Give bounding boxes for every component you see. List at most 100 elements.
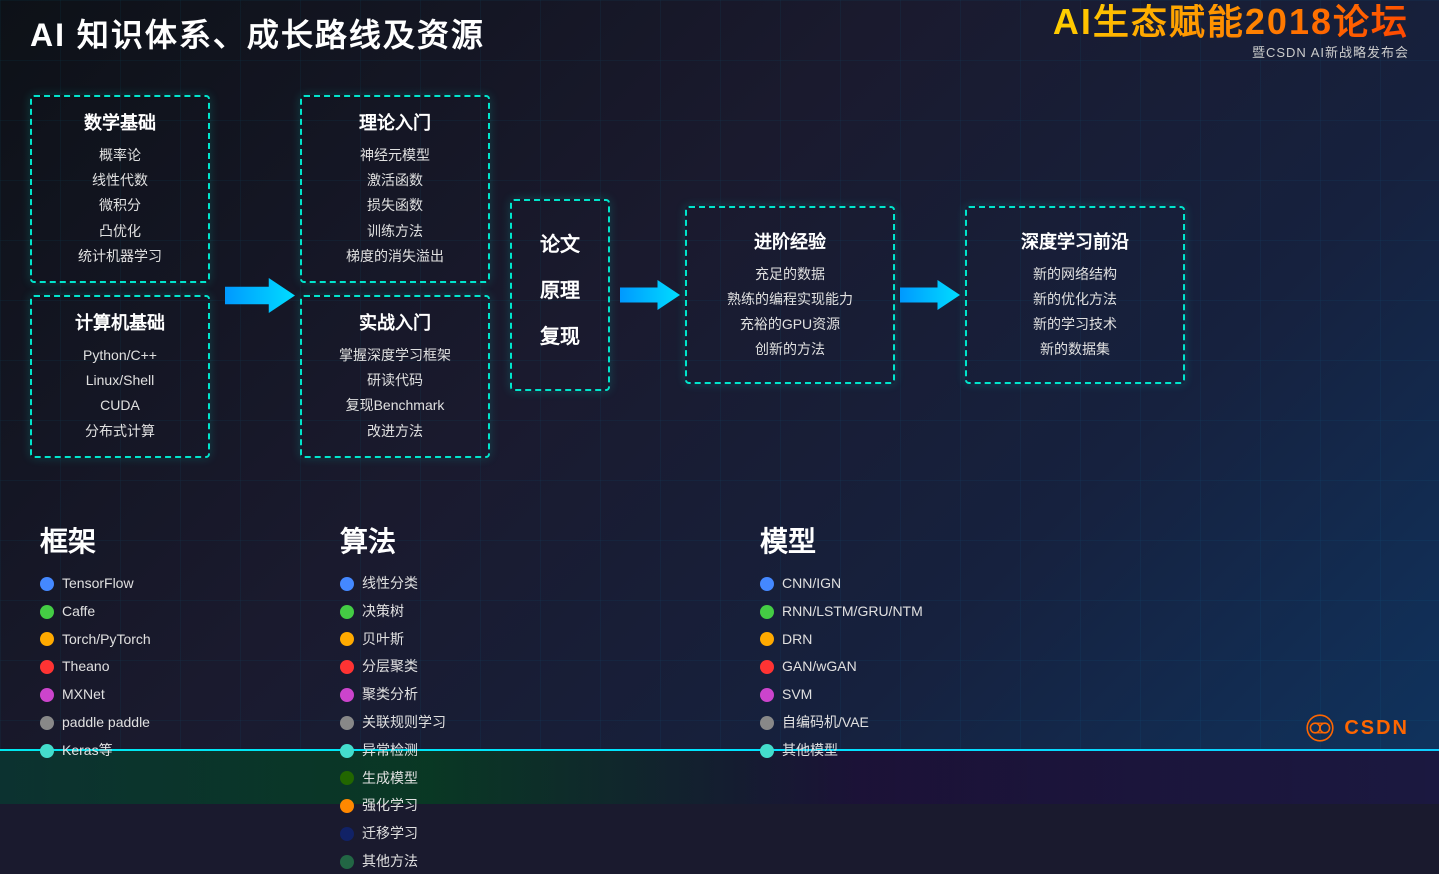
alg-name-7: 异常检测 [362,739,418,763]
alg-item-10: 迁移学习 [340,822,730,846]
alg-dot-11 [340,855,354,869]
alg-dot-6 [340,716,354,730]
col-theory-practice: 理论入门 神经元模型 激活函数 损失函数 训练方法 梯度的消失溢出 实战入门 掌… [300,75,500,458]
alg-item-3: 贝叶斯 [340,628,730,652]
computer-item-3: CUDA [48,393,192,418]
fw-dot-6 [40,716,54,730]
alg-dot-8 [340,771,354,785]
alg-dot-9 [340,799,354,813]
alg-dot-7 [340,744,354,758]
computer-item-1: Python/C++ [48,343,192,368]
paper-line-3: 复现 [540,318,580,356]
alg-dot-5 [340,688,354,702]
theory-item-1: 神经元模型 [318,143,472,168]
math-item-3: 微积分 [48,193,192,218]
math-item-4: 凸优化 [48,219,192,244]
col-paper: 论文 原理 复现 [500,75,620,515]
computer-item-4: 分布式计算 [48,419,192,444]
fw-name-3: Torch/PyTorch [62,628,151,652]
col-math-computer: 数学基础 概率论 线性代数 微积分 凸优化 统计机器学习 计算机基础 Pytho… [30,75,220,458]
computer-box: 计算机基础 Python/C++ Linux/Shell CUDA 分布式计算 [30,295,210,458]
model-item-5: SVM [760,683,1409,707]
practice-box: 实战入门 掌握深度学习框架 研读代码 复现Benchmark 改进方法 [300,295,490,458]
alg-item-11: 其他方法 [340,850,730,874]
alg-name-5: 聚类分析 [362,683,418,707]
model-dot-7 [760,744,774,758]
advanced-item-3: 充裕的GPU资源 [703,312,877,337]
model-name-4: GAN/wGAN [782,655,857,679]
paper-line-2: 原理 [540,272,580,310]
fw-name-7: Keras等 [62,739,113,763]
framework-col: 框架 TensorFlow Caffe Torch/PyTorch Theano… [30,515,310,874]
fw-item-5: MXNet [40,683,310,707]
theory-item-3: 损失函数 [318,193,472,218]
model-item-4: GAN/wGAN [760,655,1409,679]
fw-name-5: MXNet [62,683,105,707]
alg-name-2: 决策树 [362,600,404,624]
advanced-box: 进阶经验 充足的数据 熟练的编程实现能力 充裕的GPU资源 创新的方法 [685,206,895,385]
practice-item-4: 改进方法 [318,419,472,444]
algorithm-col: 算法 线性分类 决策树 贝叶斯 分层聚类 聚类分析 [310,515,730,874]
advanced-item-2: 熟练的编程实现能力 [703,287,877,312]
flowchart-section: 数学基础 概率论 线性代数 微积分 凸优化 统计机器学习 计算机基础 Pytho… [30,75,1409,515]
computer-item-2: Linux/Shell [48,368,192,393]
fw-item-3: Torch/PyTorch [40,628,310,652]
framework-label: 框架 [40,520,310,560]
col-advanced: 进阶经验 充足的数据 熟练的编程实现能力 充裕的GPU资源 创新的方法 [680,75,900,515]
model-col: 模型 CNN/IGN RNN/LSTM/GRU/NTM DRN GAN/wGAN… [730,515,1409,874]
fw-dot-4 [40,660,54,674]
alg-dot-3 [340,632,354,646]
practice-item-1: 掌握深度学习框架 [318,343,472,368]
alg-item-1: 线性分类 [340,572,730,596]
fw-dot-5 [40,688,54,702]
alg-name-4: 分层聚类 [362,655,418,679]
logo-sub: 暨CSDN AI新战略发布会 [1252,42,1409,61]
arrow-1-container [220,75,300,515]
fw-item-1: TensorFlow [40,572,310,596]
theory-item-5: 梯度的消失溢出 [318,244,472,269]
theory-item-2: 激活函数 [318,168,472,193]
alg-name-8: 生成模型 [362,767,418,791]
algorithm-label: 算法 [340,520,730,560]
model-name-1: CNN/IGN [782,572,841,596]
alg-name-11: 其他方法 [362,850,418,874]
fw-item-7: Keras等 [40,739,310,763]
model-dot-5 [760,688,774,702]
theory-box: 理论入门 神经元模型 激活函数 损失函数 训练方法 梯度的消失溢出 [300,95,490,283]
csdn-logo-icon [1304,712,1336,744]
fw-name-2: Caffe [62,600,95,624]
deep-learning-box: 深度学习前沿 新的网络结构 新的优化方法 新的学习技术 新的数据集 [965,206,1185,385]
model-label: 模型 [760,520,1409,560]
alg-item-2: 决策树 [340,600,730,624]
deep-learning-item-3: 新的学习技术 [983,312,1167,337]
model-dot-4 [760,660,774,674]
theory-item-4: 训练方法 [318,219,472,244]
header: AI 知识体系、成长路线及资源 AI生态赋能2018论坛 暨CSDN AI新战略… [0,0,1439,65]
math-box: 数学基础 概率论 线性代数 微积分 凸优化 统计机器学习 [30,95,210,283]
fw-dot-3 [40,632,54,646]
fw-name-4: Theano [62,655,109,679]
logo-area: AI生态赋能2018论坛 暨CSDN AI新战略发布会 [1053,4,1409,61]
model-name-3: DRN [782,628,812,652]
math-title: 数学基础 [48,109,192,135]
bottom-section: 框架 TensorFlow Caffe Torch/PyTorch Theano… [30,515,1409,874]
paper-box: 论文 原理 复现 [510,199,610,391]
alg-item-9: 强化学习 [340,794,730,818]
alg-item-7: 异常检测 [340,739,730,763]
paper-line-1: 论文 [540,226,580,264]
fw-name-6: paddle paddle [62,711,150,735]
fw-name-1: TensorFlow [62,572,134,596]
alg-dot-4 [340,660,354,674]
deep-learning-title: 深度学习前沿 [983,228,1167,254]
math-item-5: 统计机器学习 [48,244,192,269]
arrow-3-icon [900,270,960,320]
alg-name-9: 强化学习 [362,794,418,818]
arrow-1-icon [225,268,295,323]
fw-item-2: Caffe [40,600,310,624]
fw-dot-2 [40,605,54,619]
fw-item-6: paddle paddle [40,711,310,735]
fw-dot-7 [40,744,54,758]
practice-item-2: 研读代码 [318,368,472,393]
deep-learning-item-1: 新的网络结构 [983,262,1167,287]
alg-dot-2 [340,605,354,619]
